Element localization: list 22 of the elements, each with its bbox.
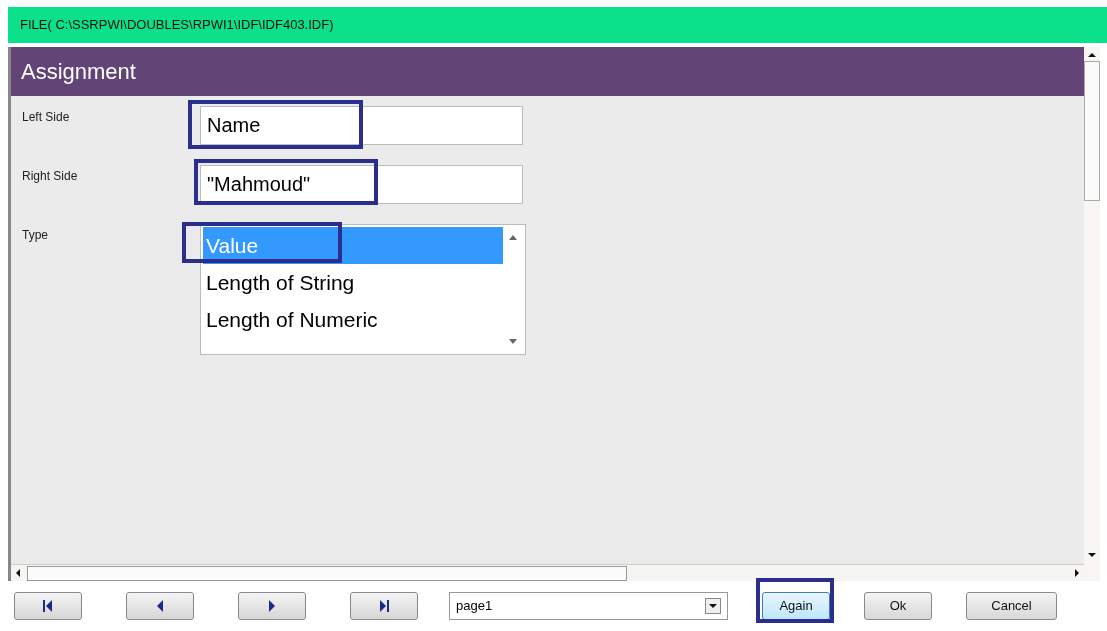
page-dropdown[interactable]: page1 [449, 592, 728, 620]
scrollbar-thumb[interactable] [1084, 61, 1100, 201]
dialog-button[interactable]: Ok [864, 592, 932, 620]
text-field[interactable]: "Mahmoud" [200, 165, 523, 204]
field-label: Type [22, 227, 49, 244]
scrollbar-thumb[interactable] [27, 565, 627, 581]
dialog-button[interactable]: Cancel [966, 592, 1057, 620]
file-path-bar: FILE( C:\SSRPWI\DOUBLES\RPWI1\IDF\IDF403.IDF) [8, 7, 1107, 43]
horizontal-scrollbar[interactable] [11, 564, 1084, 581]
list-item[interactable]: Length of String [203, 264, 503, 301]
panel-header: Assignment [11, 47, 1084, 96]
text-field[interactable]: Name [200, 106, 523, 145]
list-box[interactable]: Value Length of String Length of Numeric [200, 224, 526, 355]
skip-forward-icon [377, 599, 391, 613]
field-label: Right Side [22, 168, 79, 185]
nav-button[interactable] [350, 592, 418, 620]
skip-back-icon [41, 599, 55, 613]
list-item[interactable]: Length of Numeric [203, 301, 503, 338]
field-label: Left Side [22, 109, 71, 126]
vertical-scrollbar[interactable] [1084, 47, 1100, 581]
dialog-button[interactable]: Again [762, 592, 830, 620]
nav-button[interactable] [14, 592, 82, 620]
